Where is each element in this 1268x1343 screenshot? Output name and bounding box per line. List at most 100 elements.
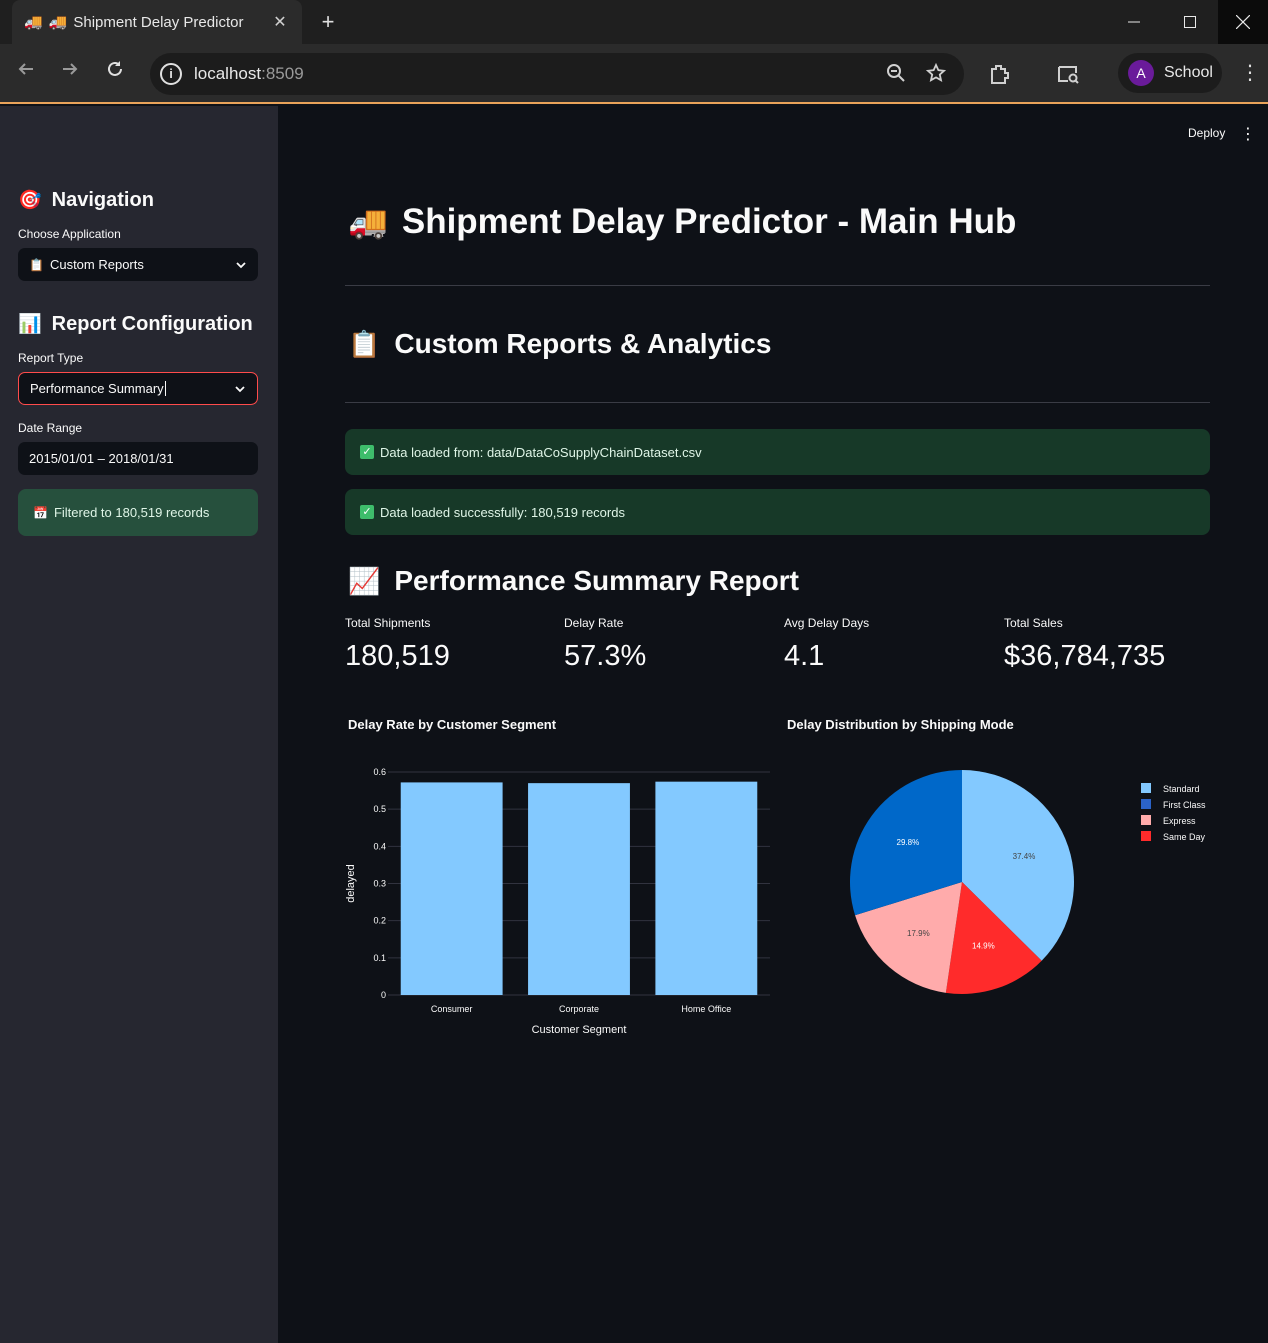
metric-total-shipments: Total Shipments 180,519 bbox=[345, 616, 450, 673]
bar-chart: 0 0.1 0.2 0.3 0.4 0.5 0.6 Consumer Corporate Home… bbox=[345, 767, 770, 1036]
legend-swatch bbox=[1141, 831, 1151, 841]
zoom-magnifier-icon bbox=[887, 64, 905, 82]
minimize-button[interactable] bbox=[1106, 0, 1162, 44]
forward-button[interactable] bbox=[56, 58, 84, 86]
browser-menu-icon[interactable]: ⋮ bbox=[1240, 62, 1260, 86]
y-tick-label: 0.1 bbox=[373, 953, 386, 963]
maximize-icon bbox=[1184, 16, 1196, 28]
new-tab-button[interactable]: + bbox=[314, 8, 342, 36]
bar bbox=[655, 781, 758, 995]
success-alert: ✓ Data loaded successfully: 180,519 reco… bbox=[345, 489, 1210, 535]
y-axis-label: delayed bbox=[345, 864, 357, 903]
window-close-button[interactable] bbox=[1218, 0, 1268, 44]
legend-label: First Class bbox=[1163, 800, 1206, 810]
window-close-icon bbox=[1236, 15, 1250, 29]
url-host: localhost bbox=[194, 64, 262, 83]
line-chart-icon: 📈 bbox=[348, 565, 381, 596]
page-title: 🚚 Shipment Delay Predictor - Main Hub bbox=[348, 202, 1016, 242]
check-icon: ✓ bbox=[360, 445, 374, 459]
target-icon: 🎯 bbox=[18, 190, 42, 211]
pie-chart-title: Delay Distribution by Shipping Mode bbox=[787, 717, 1014, 732]
success-alert-text: Data loaded successfully: 180,519 record… bbox=[380, 504, 625, 520]
browser-toolbar: i localhost:8509 A School ⋮ bbox=[0, 44, 1268, 104]
reload-icon bbox=[108, 61, 122, 76]
profile-name: School bbox=[1164, 64, 1213, 81]
legend-label: Express bbox=[1163, 816, 1196, 826]
navigation-heading: 🎯 Navigation bbox=[18, 188, 154, 212]
url-port: :8509 bbox=[261, 64, 304, 83]
metric-value: 57.3% bbox=[564, 640, 647, 672]
legend-label: Same Day bbox=[1163, 832, 1206, 842]
avatar: A bbox=[1128, 60, 1154, 86]
y-tick-label: 0.6 bbox=[373, 767, 386, 777]
bar bbox=[528, 783, 630, 995]
bookmark-star-icon[interactable] bbox=[925, 62, 947, 85]
success-alert-text: Data loaded from: data/DataCoSupplyChain… bbox=[380, 444, 702, 460]
page-title-text: Shipment Delay Predictor - Main Hub bbox=[401, 202, 1017, 241]
filter-info-box: 📅 Filtered to 180,519 records bbox=[18, 489, 258, 536]
zoom-icon[interactable] bbox=[885, 63, 907, 85]
slice-label: 29.8% bbox=[897, 838, 920, 847]
success-alert: ✓ Data loaded from: data/DataCoSupplyCha… bbox=[345, 429, 1210, 475]
text-cursor bbox=[164, 381, 166, 396]
minimize-icon bbox=[1128, 21, 1140, 23]
tab-search-icon[interactable] bbox=[1056, 62, 1080, 86]
x-tick-label: Corporate bbox=[559, 1004, 599, 1014]
bar bbox=[400, 782, 503, 995]
choose-application-value: Custom Reports bbox=[49, 257, 144, 272]
legend-label: Standard bbox=[1163, 784, 1200, 794]
truck-icon: 🚚 bbox=[348, 204, 388, 240]
deploy-button[interactable]: Deploy bbox=[1188, 126, 1225, 140]
report-type-value-text: Performance Summary bbox=[30, 381, 164, 396]
filter-info-text: Filtered to 180,519 records bbox=[53, 505, 210, 520]
address-bar[interactable]: i localhost:8509 bbox=[150, 53, 964, 95]
profile-button[interactable]: A School bbox=[1118, 53, 1222, 93]
site-info-icon[interactable]: i bbox=[160, 63, 182, 85]
divider bbox=[345, 285, 1210, 286]
y-tick-label: 0.4 bbox=[373, 841, 386, 851]
calendar-icon: 📅 bbox=[33, 505, 48, 520]
tab-close-icon[interactable]: ✕ bbox=[270, 12, 290, 32]
report-type-value: Performance Summary bbox=[30, 381, 234, 396]
slice-label: 14.9% bbox=[972, 942, 995, 951]
metric-delay-rate: Delay Rate 57.3% bbox=[564, 616, 646, 673]
reload-button[interactable] bbox=[101, 58, 129, 86]
main-content: Deploy ⋮ 🚚 Shipment Delay Predictor - Ma… bbox=[278, 106, 1268, 1343]
forward-arrow-icon bbox=[63, 63, 78, 75]
truck-favicon-icon: 🚚 bbox=[24, 14, 43, 31]
report-type-label: Report Type bbox=[18, 351, 84, 365]
back-button[interactable] bbox=[12, 58, 40, 86]
extensions-icon[interactable] bbox=[988, 62, 1012, 86]
date-range-value: 2015/01/01 – 2018/01/31 bbox=[29, 451, 174, 466]
metric-label: Avg Delay Days bbox=[784, 616, 870, 630]
truck-title-icon: 🚚 bbox=[48, 14, 68, 31]
y-tick-label: 0.5 bbox=[373, 804, 386, 814]
check-icon: ✓ bbox=[360, 505, 374, 519]
pie-chart: 37.4% 14.9% 17.9% 29.8% Standard First Class E… bbox=[850, 770, 1206, 994]
clipboard-icon: 📋 bbox=[348, 328, 381, 359]
back-arrow-icon bbox=[18, 63, 33, 75]
maximize-button[interactable] bbox=[1162, 0, 1218, 44]
browser-tab[interactable]: 🚚 🚚 Shipment Delay Predictor ✕ bbox=[12, 0, 302, 44]
report-type-select[interactable]: Performance Summary bbox=[18, 372, 258, 405]
report-configuration-heading-text: Report Configuration bbox=[51, 312, 253, 335]
choose-application-select[interactable]: 📋 Custom Reports bbox=[18, 248, 258, 281]
chevron-down-icon bbox=[236, 261, 246, 268]
url-text: localhost:8509 bbox=[194, 64, 304, 84]
section-title-text: Custom Reports & Analytics bbox=[394, 328, 772, 359]
x-tick-label: Home Office bbox=[681, 1004, 731, 1014]
date-range-input[interactable]: 2015/01/01 – 2018/01/31 bbox=[18, 442, 258, 475]
legend-swatch bbox=[1141, 799, 1151, 809]
metric-value: 180,519 bbox=[345, 640, 450, 672]
metric-label: Delay Rate bbox=[564, 616, 624, 630]
bar-chart-title: Delay Rate by Customer Segment bbox=[348, 717, 557, 732]
navigation-heading-text: Navigation bbox=[51, 188, 154, 211]
y-tick-label: 0.3 bbox=[373, 879, 386, 889]
date-range-label: Date Range bbox=[18, 421, 83, 435]
x-tick-label: Consumer bbox=[431, 1004, 473, 1014]
metric-avg-delay-days: Avg Delay Days 4.1 bbox=[784, 616, 869, 673]
app-menu-icon[interactable]: ⋮ bbox=[1240, 124, 1256, 144]
y-tick-label: 0 bbox=[381, 990, 386, 1000]
report-title: 📈 Performance Summary Report bbox=[348, 565, 799, 597]
screen-search-icon bbox=[1058, 66, 1079, 84]
